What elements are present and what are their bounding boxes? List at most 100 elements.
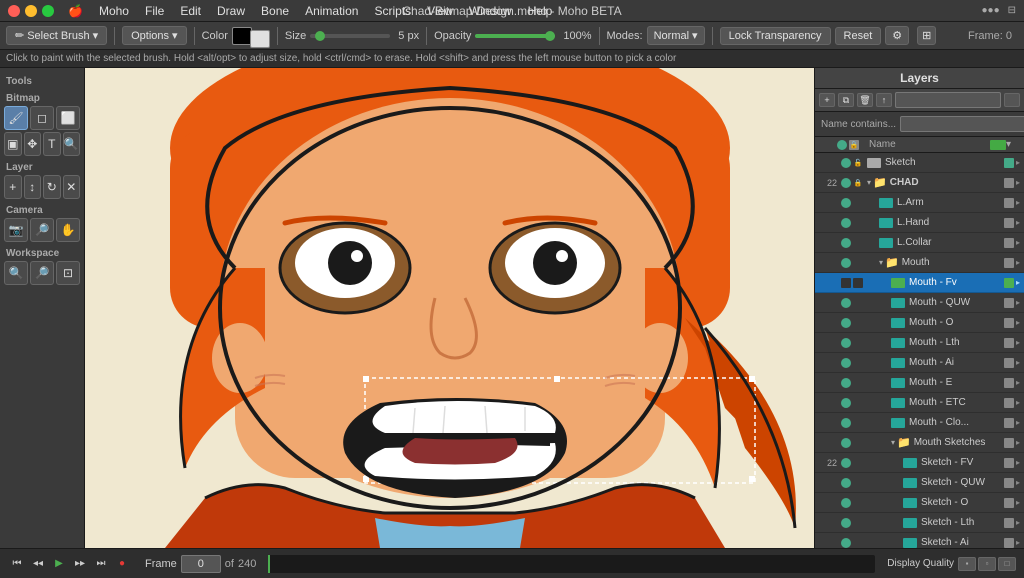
layer-item-mouth-etc[interactable]: Mouth - ETC ▸ (815, 393, 1024, 413)
opacity-slider[interactable] (475, 34, 555, 38)
text-tool[interactable]: T (43, 132, 61, 156)
new-layer-button[interactable]: + (819, 93, 835, 107)
menu-edit[interactable]: Edit (172, 2, 209, 20)
menu-window[interactable]: Window (461, 2, 520, 20)
layer-item-mouth-clo[interactable]: Mouth - Clo... ▸ (815, 413, 1024, 433)
quality-high-icon[interactable]: □ (998, 557, 1016, 571)
fast-forward-button[interactable]: ⏭ (92, 555, 110, 573)
move-layer-up-button[interactable]: ↑ (876, 93, 892, 107)
layer-options-button[interactable] (1004, 93, 1020, 107)
options-button[interactable]: Options ▾ (122, 26, 186, 45)
move-layer-tool[interactable]: ↕ (24, 175, 42, 199)
select-tool[interactable]: ▣ (4, 132, 22, 156)
menu-animation[interactable]: Animation (297, 2, 366, 20)
fit-tool[interactable]: ⊡ (56, 261, 80, 285)
size-knob[interactable] (315, 31, 325, 41)
titlebar: 🍎 Moho File Edit Draw Bone Animation Scr… (0, 0, 1024, 22)
duplicate-layer-button[interactable]: ⧉ (838, 93, 854, 107)
layout-icon: ⊞ (922, 30, 931, 42)
select-brush-button[interactable]: ✏ Select Brush ▾ (6, 26, 107, 45)
play-button[interactable]: ▶ (50, 555, 68, 573)
layer-item-lcollar[interactable]: L.Collar ▸ (815, 233, 1024, 253)
zoom-camera-tool[interactable]: 🔎 (30, 218, 54, 242)
color-swatch[interactable] (232, 27, 252, 45)
layer-item-mouth-lth[interactable]: Mouth - Lth ▸ (815, 333, 1024, 353)
eraser-tool[interactable]: ◻ (30, 106, 54, 130)
step-back-button[interactable]: ◂◂ (29, 555, 47, 573)
layer-item-sketch-lth[interactable]: Sketch - Lth ▸ (815, 513, 1024, 533)
pan-camera-tool[interactable]: ✋ (56, 218, 80, 242)
layer-item-mouth-e[interactable]: Mouth - E ▸ (815, 373, 1024, 393)
layer-item-mouth-ai[interactable]: Mouth - Ai ▸ (815, 353, 1024, 373)
eyedropper-tool[interactable]: 🔍 (63, 132, 81, 156)
rotate-layer-tool[interactable]: ↻ (43, 175, 61, 199)
menu-help[interactable]: Help (520, 2, 561, 20)
layout-button[interactable]: ⊞ (917, 26, 936, 45)
quality-med-icon[interactable]: ▫ (978, 557, 996, 571)
close-button[interactable] (8, 5, 20, 17)
reset-button[interactable]: Reset (835, 27, 882, 45)
modes-dropdown[interactable]: Normal ▾ (647, 26, 705, 45)
size-slider[interactable] (310, 34, 390, 38)
layer-item-mouth-fv[interactable]: Mouth - Fv ▸ (815, 273, 1024, 293)
zoom-in-tool[interactable]: 🔍 (4, 261, 28, 285)
menu-bone[interactable]: Bone (253, 2, 297, 20)
layer-thumb (891, 338, 905, 348)
layer-item-mouth-folder[interactable]: ▾ 📁 Mouth ▸ (815, 253, 1024, 273)
vis-icon (841, 178, 851, 188)
settings-button[interactable]: ⚙ (885, 26, 909, 45)
camera-tool[interactable]: 📷 (4, 218, 28, 242)
timeline-track[interactable] (268, 555, 875, 573)
layer-item-larm[interactable]: L.Arm ▸ (815, 193, 1024, 213)
layer-item-mouth-quw[interactable]: Mouth - QUW ▸ (815, 293, 1024, 313)
layer-thumb (891, 418, 905, 428)
maximize-button[interactable] (42, 5, 54, 17)
delete-layer-tool[interactable]: ✕ (63, 175, 81, 199)
canvas-area[interactable] (85, 68, 814, 548)
layer-item-sketch-fv[interactable]: 22 Sketch - FV ▸ (815, 453, 1024, 473)
lock-transparency-button[interactable]: Lock Transparency (720, 27, 831, 45)
layer-item-sketch-ai[interactable]: Sketch - Ai ▸ (815, 533, 1024, 548)
folder-icon: 📁 (897, 436, 911, 449)
quality-low-icon[interactable]: ▪ (958, 557, 976, 571)
menu-moho[interactable]: Moho (91, 2, 137, 20)
menu-file[interactable]: File (137, 2, 172, 20)
bitmap-section-title: Bitmap (4, 89, 80, 106)
minimize-button[interactable] (25, 5, 37, 17)
layer-color-dot (1004, 538, 1014, 548)
record-button[interactable]: ● (113, 555, 131, 573)
layer-menu-icon: ▸ (1016, 258, 1020, 267)
layer-item-mouth-o[interactable]: Mouth - O ▸ (815, 313, 1024, 333)
vis-icon (841, 478, 851, 488)
lock-icon (853, 338, 863, 348)
rewind-button[interactable]: ⏮ (8, 555, 26, 573)
layers-list[interactable]: 🔓 Sketch ▸ 22 🔒 ▾ 📁 CHAD ▸ (815, 153, 1024, 548)
chevron-down-icon: ▾ (172, 29, 178, 42)
layer-item-chad[interactable]: 22 🔒 ▾ 📁 CHAD ▸ (815, 173, 1024, 193)
add-layer-tool[interactable]: + (4, 175, 22, 199)
layer-color-dot (1004, 358, 1014, 368)
search-input[interactable] (900, 116, 1024, 132)
move-tool[interactable]: ✥ (24, 132, 42, 156)
menu-view[interactable]: View (419, 2, 461, 20)
layer-item-lhand[interactable]: L.Hand ▸ (815, 213, 1024, 233)
delete-layer-button[interactable]: 🗑 (857, 93, 873, 107)
color-swatch-secondary[interactable] (250, 30, 270, 48)
fill-tool[interactable]: ⬜ (56, 106, 80, 130)
paint-brush-tool[interactable]: 🖌 (4, 106, 28, 130)
lock-icon (853, 478, 863, 488)
layer-item-sketch[interactable]: 🔓 Sketch ▸ (815, 153, 1024, 173)
playhead[interactable] (268, 555, 270, 573)
step-forward-button[interactable]: ▸▸ (71, 555, 89, 573)
frame-input[interactable] (181, 555, 221, 573)
workspace-tools-row: 🔍 🔎 ⊡ (4, 261, 80, 285)
layer-item-sketch-o[interactable]: Sketch - O ▸ (815, 493, 1024, 513)
menu-draw[interactable]: Draw (209, 2, 253, 20)
layer-item-sketch-quw[interactable]: Sketch - QUW ▸ (815, 473, 1024, 493)
layer-item-mouth-sketches[interactable]: ▾ 📁 Mouth Sketches ▸ (815, 433, 1024, 453)
zoom-out-tool[interactable]: 🔎 (30, 261, 54, 285)
layer-search-bar[interactable] (895, 92, 1001, 108)
menu-scripts[interactable]: Scripts (366, 2, 419, 20)
opacity-knob[interactable] (545, 31, 555, 41)
menu-apple[interactable]: 🍎 (60, 2, 91, 20)
